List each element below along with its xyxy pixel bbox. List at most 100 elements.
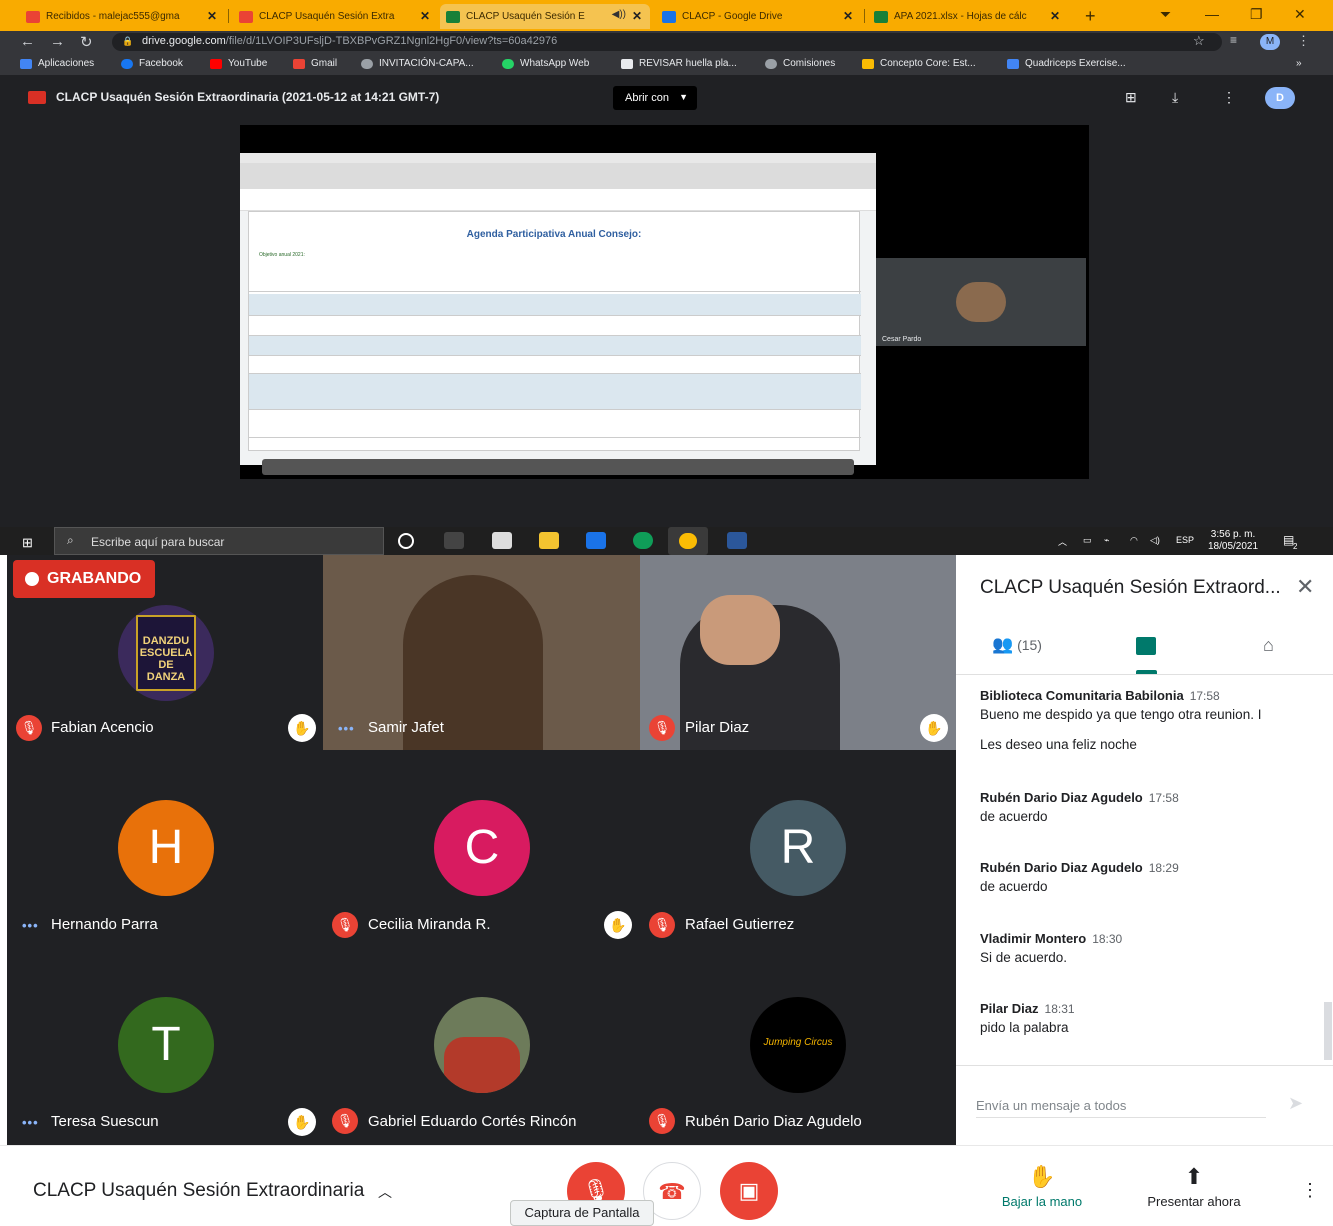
browser-tab[interactable]: APA 2021.xlsx - Hojas de cálc ✕ <box>868 4 1068 29</box>
chat-message: Rubén Dario Diaz Agudelo 17:58 de acuerdo <box>980 790 1320 824</box>
clock-date: 18/05/2021 <box>1208 541 1259 552</box>
windows-start-icon[interactable]: ⊞ <box>22 535 33 551</box>
window-close-icon[interactable]: ✕ <box>1294 6 1306 23</box>
sheet-row <box>249 316 861 336</box>
panel-title: CLACP Usaquén Sesión Extraord... <box>980 577 1281 598</box>
speaking-dots-icon: ••• <box>22 918 39 933</box>
send-icon[interactable]: ➤ <box>1288 1093 1303 1114</box>
profile-avatar[interactable]: M <box>1260 34 1280 50</box>
cortana-icon[interactable] <box>398 533 414 549</box>
open-with-button[interactable]: Abrir con ▼ <box>613 86 698 110</box>
network-icon[interactable]: ⌁ <box>1104 535 1109 546</box>
chat-input[interactable]: Envía un mensaje a todos <box>976 1098 1126 1113</box>
chat-scrollbar[interactable] <box>1324 1002 1332 1060</box>
bookmark-facebook[interactable]: Facebook <box>121 58 183 69</box>
download-icon[interactable]: ⤓ <box>1172 89 1178 106</box>
meeting-details-title[interactable]: CLACP Usaquén Sesión Extraordinaria <box>33 1180 364 1202</box>
browser-tab[interactable]: CLACP - Google Drive ✕ <box>656 4 861 29</box>
task-view-icon[interactable] <box>444 532 464 549</box>
raised-hand-icon: ✋ <box>920 714 948 742</box>
drive-viewer-header: CLACP Usaquén Sesión Extraordinaria (202… <box>0 75 1333 121</box>
wifi-icon[interactable]: ◠ <box>1130 535 1138 546</box>
bookmark-revisar[interactable]: REVISAR huella pla... <box>621 58 737 69</box>
camera-off-button[interactable]: ▣ <box>720 1162 778 1220</box>
add-to-drive-icon[interactable]: ⊞ <box>1125 89 1137 106</box>
present-now-button[interactable]: ⬆ Presentar ahora <box>1140 1164 1248 1209</box>
safari-toolbar <box>240 163 876 189</box>
side-participant-video: Cesar Pardo <box>876 258 1086 346</box>
playlist-icon[interactable]: ≡ <box>1230 33 1237 47</box>
mail-icon[interactable] <box>586 532 606 549</box>
chat-tab-icon[interactable] <box>1136 637 1156 655</box>
recording-indicator: GRABANDO <box>13 560 156 598</box>
bookmark-apps[interactable]: Aplicaciones <box>20 58 94 69</box>
lower-hand-button[interactable]: ✋ Bajar la mano <box>996 1164 1088 1209</box>
activities-icon[interactable]: ⌂ <box>1263 635 1274 656</box>
language-indicator[interactable]: ESP <box>1176 535 1194 545</box>
message-text: Si de acuerdo. <box>980 950 1068 965</box>
bookmark-whatsapp[interactable]: WhatsApp Web <box>502 58 589 69</box>
minimize-icon[interactable]: — <box>1205 6 1219 22</box>
bookmark-gmail[interactable]: Gmail <box>293 58 337 69</box>
globe-icon <box>765 58 777 69</box>
bookmark-youtube[interactable]: YouTube <box>210 58 267 69</box>
volume-icon[interactable]: ◁) <box>1150 535 1160 546</box>
reload-icon[interactable]: ↻ <box>80 33 93 51</box>
url-path: /file/d/1LVOIP3UFsljD-TBXBPvGRZ1Ngnl2HgF… <box>225 35 558 47</box>
bookmark-concepto[interactable]: Concepto Core: Est... <box>862 58 976 69</box>
tab-label: CLACP - Google Drive <box>682 11 783 22</box>
close-icon[interactable]: ✕ <box>632 9 642 23</box>
forward-icon[interactable]: → <box>50 33 65 50</box>
bookmark-label: INVITACIÓN-CAPA... <box>379 58 474 69</box>
browser-tab[interactable]: CLACP Usaquén Sesión Extra ✕ <box>233 4 438 29</box>
people-tab[interactable]: 👥 (15) <box>992 635 1042 655</box>
star-icon[interactable]: ☆ <box>1193 33 1205 49</box>
more-icon[interactable]: ⋮ <box>1222 89 1236 106</box>
close-icon[interactable]: ✕ <box>207 9 217 23</box>
taskbar-search[interactable]: ⌕ Escribe aquí para buscar <box>54 527 384 555</box>
more-options-icon[interactable]: ⋮ <box>1301 1180 1319 1201</box>
store-icon[interactable] <box>492 532 512 549</box>
video-player[interactable]: Agenda Participativa Anual Consejo: Obje… <box>240 125 1089 479</box>
tab-label: Recibidos - malejac555@gma <box>46 11 180 22</box>
people-icon: 👥 <box>992 635 1014 654</box>
message-text: Les deseo una feliz noche <box>980 737 1137 752</box>
speaking-dots-icon: ••• <box>338 721 355 736</box>
battery-icon[interactable]: ▭ <box>1083 535 1092 546</box>
close-icon[interactable]: ✕ <box>1050 9 1060 23</box>
more-bookmarks-icon[interactable]: » <box>1296 58 1302 69</box>
message-text: de acuerdo <box>980 879 1048 894</box>
participant-video[interactable]: ••• Samir Jafet <box>323 555 640 750</box>
new-tab-icon[interactable]: + <box>1085 6 1096 27</box>
speaker-icon[interactable]: ◀)) <box>612 9 626 20</box>
video-file-icon <box>28 91 46 104</box>
bookmark-comisiones[interactable]: Comisiones <box>765 58 835 69</box>
bookmark-quadriceps[interactable]: Quadriceps Exercise... <box>1007 58 1126 69</box>
account-avatar[interactable]: D <box>1265 87 1295 109</box>
apps-grid-icon <box>20 58 32 69</box>
close-panel-icon[interactable]: ✕ <box>1296 574 1314 600</box>
menu-icon[interactable]: ⋮ <box>1297 33 1310 49</box>
close-icon[interactable]: ✕ <box>843 9 853 23</box>
chevron-up-icon[interactable]: ︿ <box>378 1182 392 1202</box>
file-explorer-icon[interactable] <box>539 532 559 549</box>
restore-icon[interactable]: ❐ <box>1250 6 1263 23</box>
address-bar[interactable]: 🔒 drive.google.com/file/d/1LVOIP3UFsljD-… <box>112 33 1222 51</box>
edge-icon[interactable] <box>633 532 653 549</box>
whatsapp-icon <box>502 58 514 69</box>
browser-tab[interactable]: Recibidos - malejac555@gma ✕ <box>20 4 225 29</box>
word-icon[interactable] <box>727 532 747 549</box>
tray-chevron-icon[interactable]: ︿ <box>1058 535 1067 548</box>
close-icon[interactable]: ✕ <box>420 9 430 23</box>
browser-tab-active[interactable]: CLACP Usaquén Sesión E ◀)) ✕ <box>440 4 650 29</box>
sheet-objective: Objetivo anual 2021: <box>259 252 305 258</box>
participant-video[interactable]: 🎙 Pilar Diaz ✋ <box>640 555 956 750</box>
tab-search-icon[interactable]: ⏷ <box>1160 6 1171 23</box>
participant-name: Teresa Suescun <box>51 1113 159 1130</box>
circus-logo-text: Jumping Circus <box>763 1037 833 1048</box>
taskbar-clock[interactable]: 3:56 p. m. 18/05/2021 <box>1208 529 1258 553</box>
bookmark-invitacion[interactable]: INVITACIÓN-CAPA... <box>361 58 474 69</box>
back-icon[interactable]: ← <box>20 33 35 50</box>
circus-logo-avatar: Jumping Circus <box>750 997 846 1093</box>
gmail-icon <box>293 58 305 69</box>
